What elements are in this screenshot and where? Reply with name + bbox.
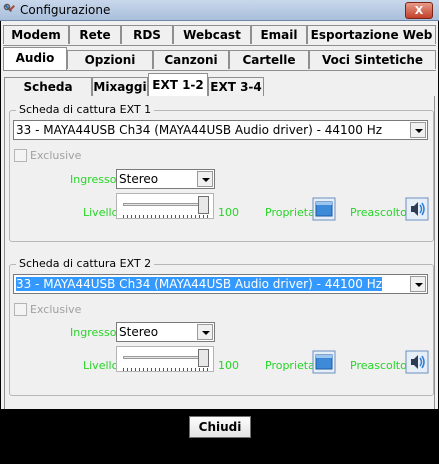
ext1-groupbox: Scheda di cattura EXT 1 33 - MAYA44USB C… [9, 103, 434, 242]
window-title: Configurazione [20, 3, 111, 17]
ext2-input-value: Stereo [119, 325, 159, 339]
ext2-properties-label: Proprieta' [265, 359, 318, 372]
ext1-properties-window-icon[interactable] [312, 197, 336, 221]
ext1-input-label: Ingresso: [70, 173, 121, 186]
footer-area: Chiudi [0, 409, 439, 464]
ext2-exclusive-checkbox[interactable] [14, 303, 27, 316]
ext2-device-select[interactable]: 33 - MAYA44USB Ch34 (MAYA44USB Audio dri… [13, 274, 428, 294]
tab-esportazione-web[interactable]: Esportazione Web [307, 25, 436, 44]
ext1-exclusive-checkbox[interactable] [14, 149, 27, 162]
ext2-legend: Scheda di cattura EXT 2 [16, 257, 155, 270]
chevron-down-icon[interactable] [197, 324, 213, 340]
ext2-groupbox: Scheda di cattura EXT 2 33 - MAYA44USB C… [9, 257, 434, 396]
ext2-input-label: Ingresso: [70, 326, 121, 339]
ext2-level-slider-thumb[interactable] [198, 349, 209, 367]
ext1-input-value: Stereo [119, 172, 159, 186]
ext1-input-select[interactable]: Stereo [116, 169, 215, 189]
ext-1-2-page: Scheda di cattura EXT 1 33 - MAYA44USB C… [4, 96, 435, 410]
ext2-properties-window-icon[interactable] [312, 350, 336, 374]
title-bar: Configurazione X [0, 0, 439, 21]
ext2-level-value: 100 [218, 359, 239, 372]
ext1-properties-label: Proprieta' [265, 206, 318, 219]
tab-row-divider [3, 70, 436, 71]
ext2-preview-label: Preascolto [350, 359, 407, 372]
ext1-preview-speaker-icon[interactable] [405, 197, 429, 221]
tab-cartelle[interactable]: Cartelle [229, 50, 309, 69]
ext1-device-select[interactable]: 33 - MAYA44USB Ch34 (MAYA44USB Audio dri… [13, 120, 428, 140]
ext1-exclusive-label: Exclusive [30, 149, 82, 162]
ext1-legend: Scheda di cattura EXT 1 [16, 103, 155, 116]
tab-canzoni[interactable]: Canzoni [153, 50, 229, 69]
tab-panel: Modem Rete RDS Webcast Email Esportazion… [1, 21, 438, 410]
close-window-button[interactable]: X [405, 2, 433, 19]
tab-email[interactable]: Email [251, 25, 307, 44]
app-tools-icon [3, 3, 15, 13]
tab-row-divider [3, 45, 436, 46]
tab-modem[interactable]: Modem [3, 25, 69, 44]
subtab-scheda-audio[interactable]: Scheda Audio [4, 77, 92, 113]
config-window: Configurazione X Modem Rete RDS Webcast … [0, 0, 439, 464]
tab-audio[interactable]: Audio [3, 47, 67, 70]
ext2-exclusive-label: Exclusive [30, 303, 82, 316]
tab-rds[interactable]: RDS [121, 25, 173, 44]
ext2-device-value: 33 - MAYA44USB Ch34 (MAYA44USB Audio dri… [16, 277, 383, 291]
close-button[interactable]: Chiudi [189, 416, 251, 438]
subtab-ext-1-2[interactable]: EXT 1-2 [148, 73, 208, 97]
chevron-down-icon[interactable] [410, 122, 426, 138]
chevron-down-icon[interactable] [410, 276, 426, 292]
tab-opzioni[interactable]: Opzioni [67, 50, 153, 69]
ext2-preview-speaker-icon[interactable] [405, 350, 429, 374]
chevron-down-icon[interactable] [197, 171, 213, 187]
subtab-mixaggi[interactable]: Mixaggi [92, 77, 148, 96]
tab-voci-sintetiche[interactable]: Voci Sintetiche [309, 50, 436, 69]
tab-rete[interactable]: Rete [69, 25, 121, 44]
ext2-level-slider[interactable] [116, 346, 214, 372]
subtab-ext-3-4[interactable]: EXT 3-4 [208, 77, 264, 96]
ext1-level-slider[interactable] [116, 193, 214, 219]
tab-webcast[interactable]: Webcast [173, 25, 251, 44]
ext1-preview-label: Preascolto [350, 206, 407, 219]
ext1-level-slider-thumb[interactable] [198, 196, 209, 214]
ext2-input-select[interactable]: Stereo [116, 322, 215, 342]
ext1-level-value: 100 [218, 206, 239, 219]
ext1-device-value: 33 - MAYA44USB Ch34 (MAYA44USB Audio dri… [16, 123, 383, 137]
